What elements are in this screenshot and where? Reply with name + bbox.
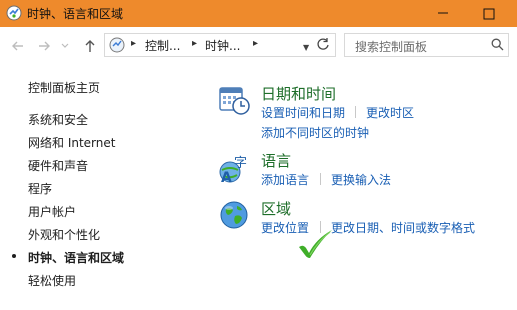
link-add-clocks-timezones[interactable]: 添加不同时区的时钟 xyxy=(261,124,369,141)
green-checkmark-icon xyxy=(296,227,336,259)
navigation-bar: ▸ 控制... ▸ 时钟... ▸ ▼ 搜索控制面板 xyxy=(0,27,517,65)
sidebar-item-user-accounts[interactable]: 用户帐户 xyxy=(28,203,76,220)
address-dropdown-icon[interactable]: ▼ xyxy=(303,43,309,52)
sidebar-item-programs[interactable]: 程序 xyxy=(28,180,52,197)
link-change-input-method[interactable]: 更换输入法 xyxy=(331,171,391,188)
breadcrumb-separator-icon[interactable]: ▸ xyxy=(192,38,197,49)
sidebar-item-network-internet[interactable]: 网络和 Internet xyxy=(28,134,115,151)
up-arrow-icon[interactable] xyxy=(82,38,98,54)
breadcrumb-separator-icon[interactable]: ▸ xyxy=(131,38,136,49)
search-placeholder: 搜索控制面板 xyxy=(355,40,428,54)
minimize-button[interactable] xyxy=(420,0,466,27)
window-title: 时钟、语言和区域 xyxy=(27,7,124,21)
svg-text:字: 字 xyxy=(234,156,247,171)
link-divider xyxy=(320,173,321,185)
category-title-region[interactable]: 区域 xyxy=(261,198,291,219)
back-arrow-icon[interactable] xyxy=(10,38,26,54)
breadcrumb-clock-region[interactable]: 时钟... xyxy=(205,37,240,54)
search-input[interactable]: 搜索控制面板 xyxy=(344,33,509,57)
category-title-datetime[interactable]: 日期和时间 xyxy=(261,83,336,104)
link-change-date-time-number-formats[interactable]: 更改日期、时间或数字格式 xyxy=(331,219,475,236)
maximize-button[interactable] xyxy=(466,0,512,27)
category-title-language[interactable]: 语言 xyxy=(261,150,291,171)
search-icon[interactable] xyxy=(491,38,504,51)
sidebar-item-appearance[interactable]: 外观和个性化 xyxy=(28,226,100,243)
sidebar-item-clock-language-region[interactable]: 时钟、语言和区域 xyxy=(28,249,124,266)
link-add-language[interactable]: 添加语言 xyxy=(261,171,309,188)
link-set-time-date[interactable]: 设置时间和日期 xyxy=(261,104,345,121)
control-panel-icon xyxy=(6,5,22,21)
sidebar-item-ease-of-access[interactable]: 轻松使用 xyxy=(28,272,76,289)
forward-arrow-icon[interactable] xyxy=(36,38,52,54)
language-icon[interactable]: A 字 xyxy=(218,152,250,186)
sidebar-item-control-panel-home[interactable]: 控制面板主页 xyxy=(28,79,100,96)
calendar-clock-icon[interactable] xyxy=(218,84,250,116)
control-panel-icon xyxy=(109,37,125,53)
globe-icon[interactable] xyxy=(218,199,250,231)
link-change-timezone[interactable]: 更改时区 xyxy=(366,104,414,121)
sidebar-item-system-security[interactable]: 系统和安全 xyxy=(28,111,88,128)
link-divider xyxy=(355,106,356,118)
breadcrumb-control-panel[interactable]: 控制... xyxy=(145,37,180,54)
svg-text:A: A xyxy=(221,170,232,184)
sidebar-item-hardware-sound[interactable]: 硬件和声音 xyxy=(28,157,88,174)
breadcrumb-separator-icon[interactable]: ▸ xyxy=(253,38,258,49)
refresh-icon[interactable] xyxy=(316,37,330,51)
current-item-bullet xyxy=(12,254,16,258)
title-bar: 时钟、语言和区域 xyxy=(0,0,517,27)
recent-locations-chevron-icon[interactable] xyxy=(60,38,70,54)
address-bar[interactable]: ▸ 控制... ▸ 时钟... ▸ xyxy=(104,33,336,57)
